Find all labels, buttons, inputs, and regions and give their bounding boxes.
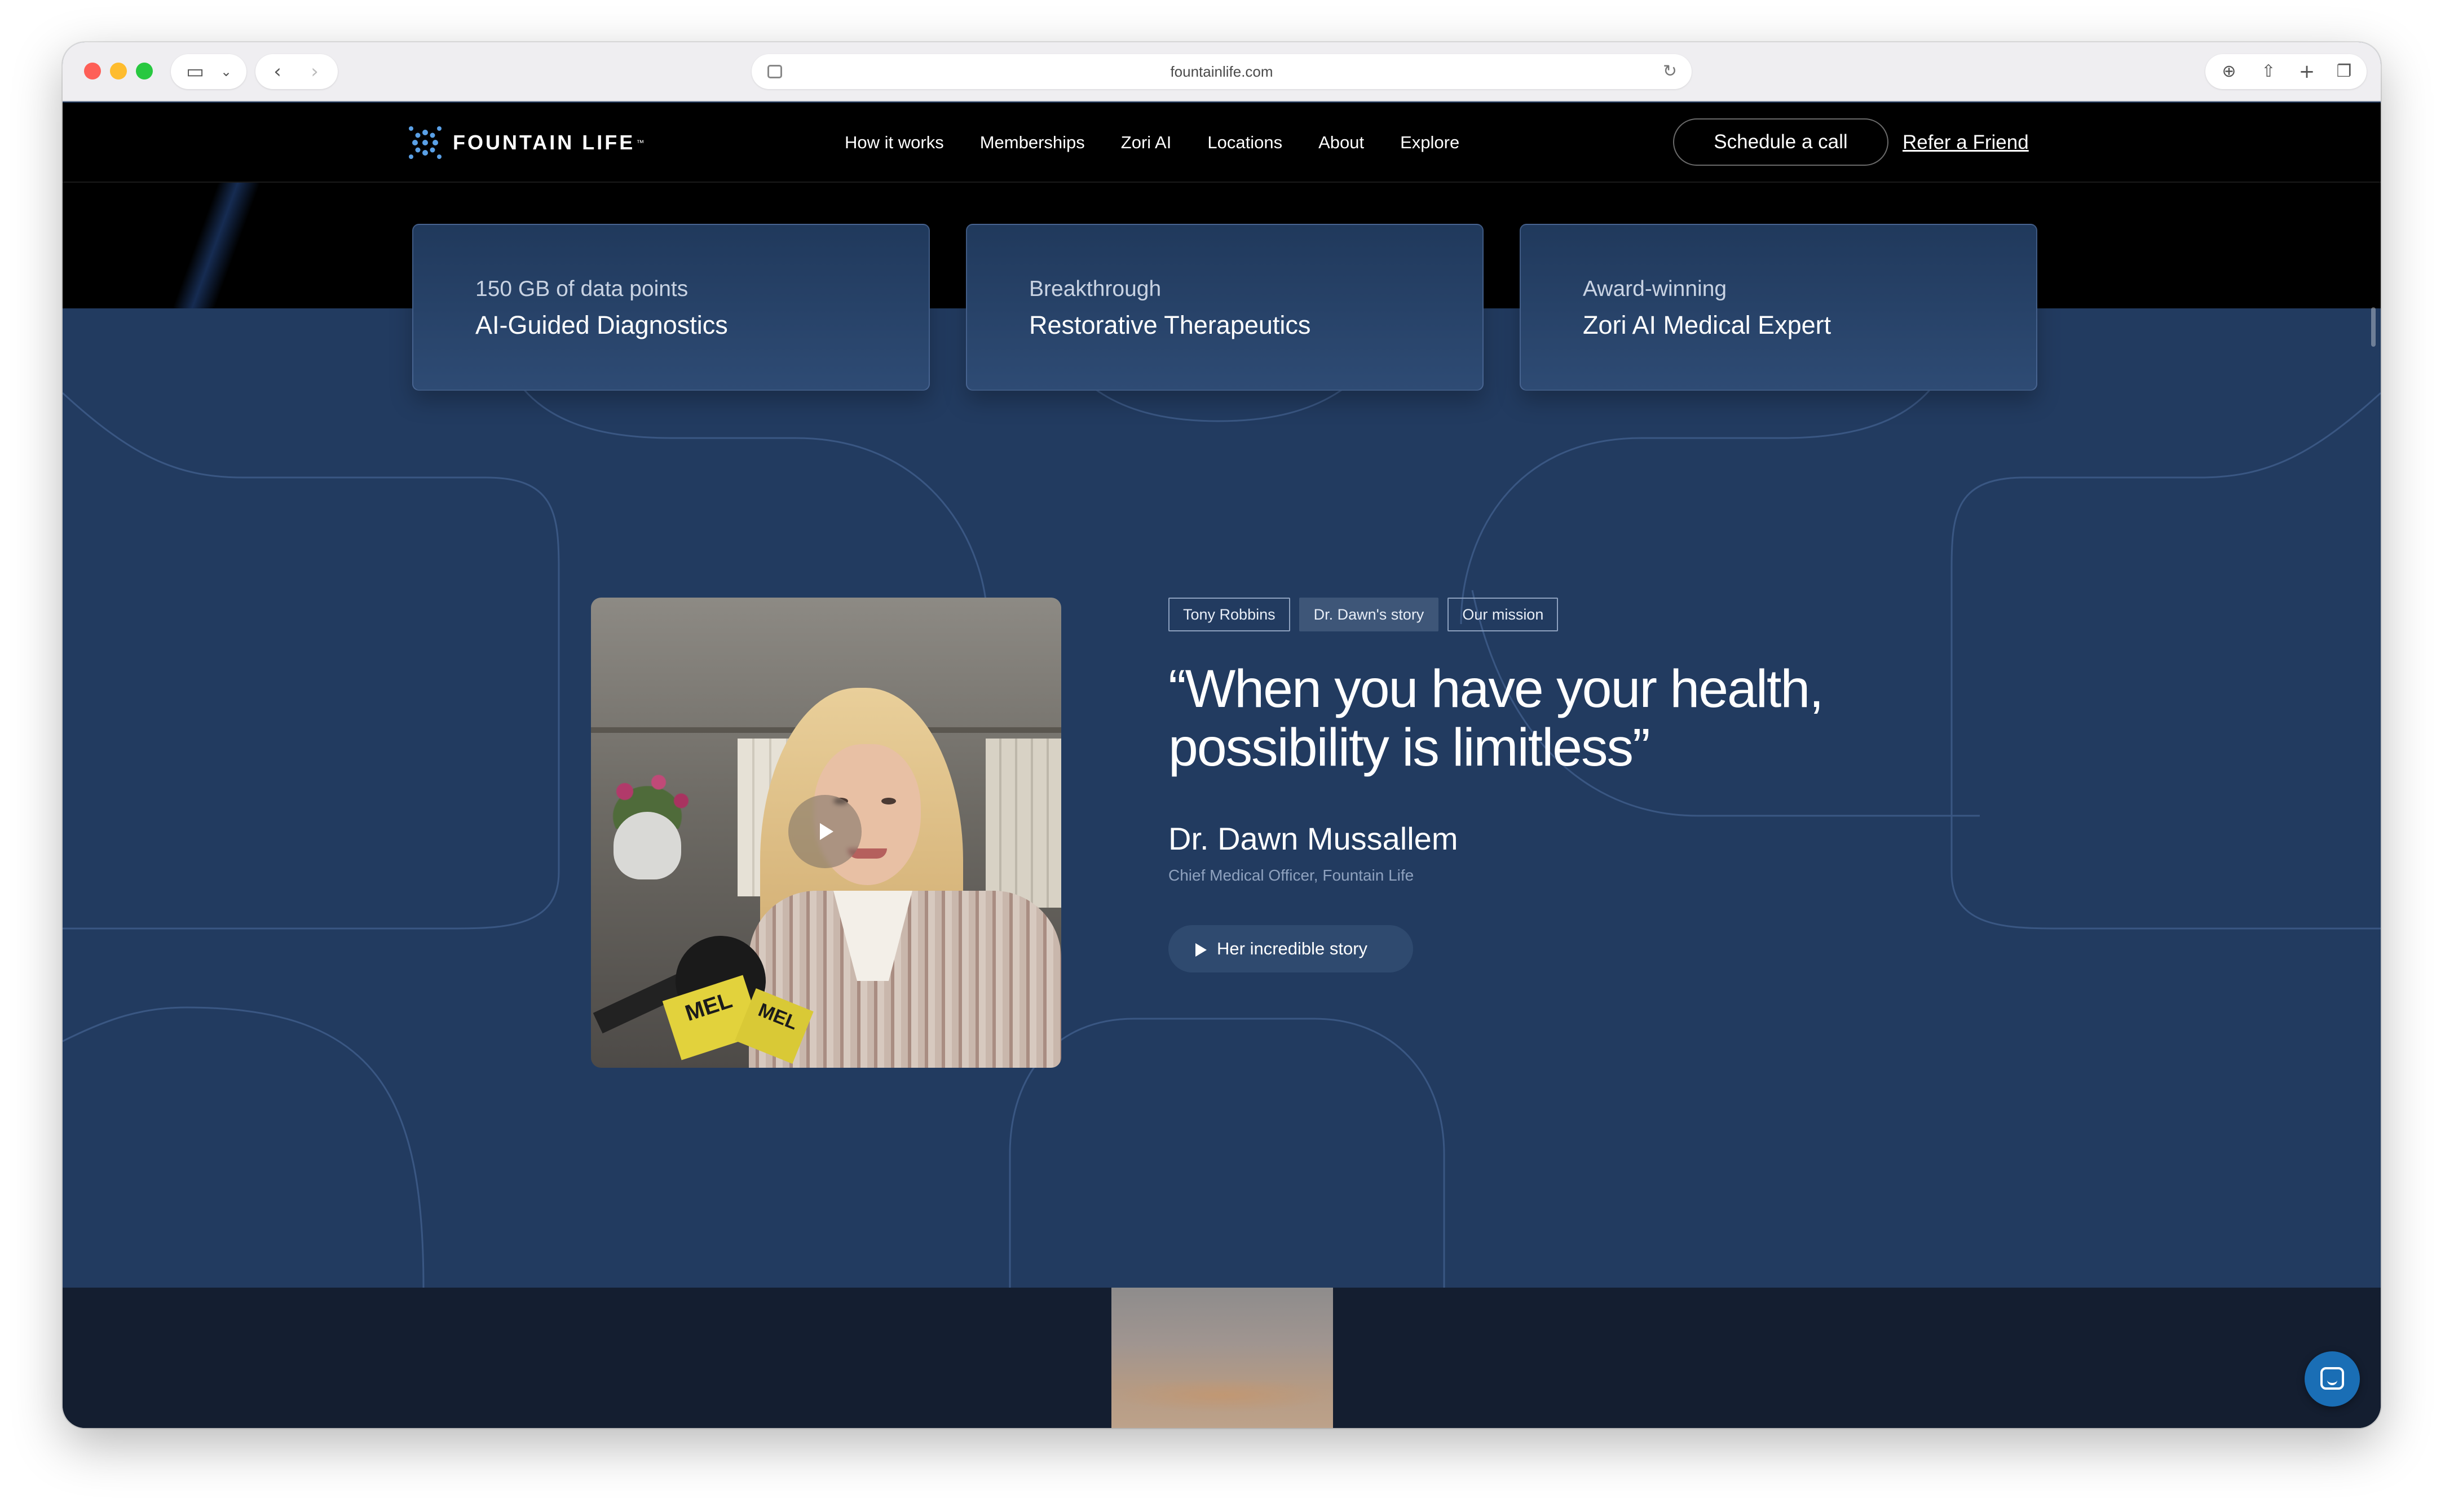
decorative-background-curves [63, 308, 2381, 1288]
chat-icon [2320, 1367, 2344, 1390]
feature-card-therapeutics[interactable]: Breakthrough Restorative Therapeutics [966, 224, 1484, 391]
chevron-down-icon: ⌄ [220, 64, 232, 79]
nav-zori-ai[interactable]: Zori AI [1121, 132, 1172, 153]
tab-dr-dawn-story[interactable]: Dr. Dawn's story [1299, 598, 1439, 631]
feature-card-zori-ai[interactable]: Award-winning Zori AI Medical Expert [1520, 224, 2037, 391]
toolbar-actions: ⊕ ⇧ + ❐ [2205, 54, 2367, 89]
share-icon[interactable]: ⇧ [2253, 54, 2284, 89]
site-header: FOUNTAIN LIFE ™ How it works Memberships… [63, 103, 2381, 183]
maximize-window-button[interactable] [136, 63, 153, 79]
feature-card-diagnostics[interactable]: 150 GB of data points AI-Guided Diagnost… [412, 224, 930, 391]
page-scrollbar[interactable] [2371, 307, 2376, 347]
testimonial-person-name: Dr. Dawn Mussallem [1168, 821, 1458, 856]
refer-friend-link[interactable]: Refer a Friend [1903, 103, 2029, 183]
chat-launcher-button[interactable] [2305, 1351, 2360, 1407]
play-icon [1195, 943, 1207, 957]
testimonial-tabs: Tony Robbins Dr. Dawn's story Our missio… [1168, 598, 1567, 631]
forward-icon[interactable]: › [301, 54, 329, 89]
nav-about[interactable]: About [1318, 132, 1364, 153]
minimize-window-button[interactable] [110, 63, 127, 79]
url-text: fountainlife.com [1170, 63, 1273, 80]
history-nav: ‹ › [255, 54, 338, 89]
play-icon [820, 823, 833, 840]
play-button[interactable] [788, 795, 862, 868]
nav-memberships[interactable]: Memberships [980, 132, 1085, 153]
feature-card-subtitle: Award-winning [1583, 277, 1727, 301]
her-story-button[interactable]: Her incredible story [1168, 925, 1413, 972]
browser-toolbar: ▭ ⌄ ‹ › fountainlife.com ↻ ⊕ ⇧ + ❐ [63, 42, 2381, 101]
nav-locations[interactable]: Locations [1207, 132, 1282, 153]
sidebar-toggle-button[interactable]: ▭ ⌄ [171, 54, 246, 89]
new-tab-icon[interactable]: + [2291, 54, 2323, 89]
fountain-life-logo-icon [409, 126, 442, 159]
feature-card-title: AI-Guided Diagnostics [475, 311, 728, 339]
tab-overview-icon[interactable]: ❐ [2328, 54, 2360, 89]
testimonial-video[interactable]: MEL MEL [591, 598, 1061, 1068]
browser-window: ▭ ⌄ ‹ › fountainlife.com ↻ ⊕ ⇧ + ❐ FOUNT… [63, 42, 2381, 1428]
feature-card-subtitle: 150 GB of data points [475, 277, 689, 301]
testimonial-person-title: Chief Medical Officer, Fountain Life [1168, 866, 1414, 884]
logo-text: FOUNTAIN LIFE [453, 131, 635, 154]
video-books [986, 739, 1061, 908]
logo[interactable]: FOUNTAIN LIFE ™ [408, 125, 644, 160]
tab-our-mission[interactable]: Our mission [1447, 598, 1559, 631]
nav-explore[interactable]: Explore [1400, 132, 1459, 153]
hero-light-streak [63, 183, 299, 308]
schedule-call-button[interactable]: Schedule a call [1673, 118, 1888, 166]
main-nav: How it works Memberships Zori AI Locatio… [845, 103, 1495, 183]
feature-card-subtitle: Breakthrough [1029, 277, 1162, 301]
video-vase [614, 812, 681, 879]
reload-icon[interactable]: ↻ [1663, 54, 1677, 89]
sidebar-icon: ▭ [186, 60, 205, 83]
address-bar[interactable]: fountainlife.com ↻ [752, 54, 1692, 89]
feature-card-title: Restorative Therapeutics [1029, 311, 1311, 339]
testimonial-quote: “When you have your health, possibility … [1168, 659, 1824, 777]
her-story-label: Her incredible story [1217, 939, 1368, 958]
video-person-eye [881, 798, 896, 804]
back-icon[interactable]: ‹ [263, 54, 292, 89]
sky-image-clouds [1111, 1378, 1333, 1412]
logo-trademark: ™ [636, 138, 645, 147]
nav-how-it-works[interactable]: How it works [845, 132, 944, 153]
close-window-button[interactable] [84, 63, 101, 79]
tab-tony-robbins[interactable]: Tony Robbins [1168, 598, 1290, 631]
download-icon[interactable]: ⊕ [2213, 54, 2245, 89]
feature-card-title: Zori AI Medical Expert [1583, 311, 1831, 339]
